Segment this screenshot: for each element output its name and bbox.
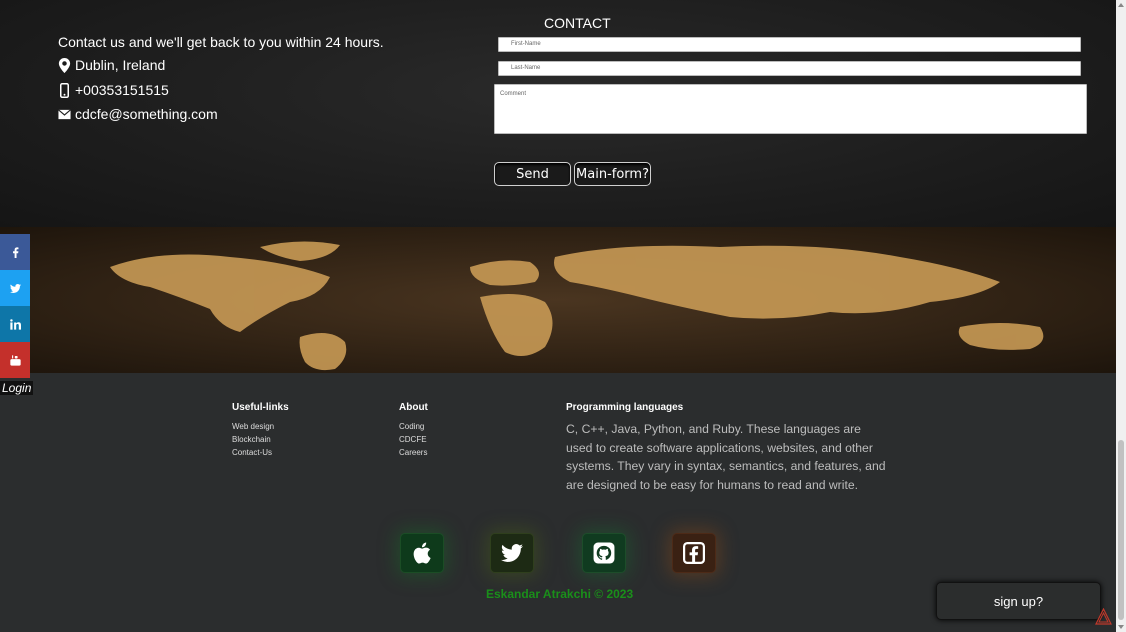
- world-map-banner: [0, 227, 1116, 373]
- footer-link-coding[interactable]: Coding: [399, 422, 424, 431]
- facebook-icon: [683, 542, 705, 564]
- github-icon: [593, 542, 615, 564]
- footer-link-blockchain[interactable]: Blockchain: [232, 435, 271, 444]
- scroll-up-arrow-icon[interactable]: [1116, 0, 1126, 10]
- apple-link-button[interactable]: [400, 533, 444, 573]
- footer-link-cdcfe[interactable]: CDCFE: [399, 435, 427, 444]
- youtube-share-button[interactable]: [0, 342, 30, 378]
- footer-link-careers[interactable]: Careers: [399, 448, 427, 457]
- comment-textarea[interactable]: Comment: [494, 84, 1087, 134]
- sign-up-button[interactable]: sign up?: [936, 582, 1101, 620]
- youtube-icon: [9, 354, 21, 366]
- location-pin-icon: [58, 57, 71, 73]
- phone-text: +00353151515: [75, 82, 169, 98]
- linkedin-icon: [9, 318, 21, 330]
- contact-title: CONTACT: [544, 15, 611, 31]
- twitter-link-button[interactable]: [490, 533, 534, 573]
- page-scrollbar[interactable]: [1116, 0, 1126, 632]
- phone-row: +00353151515: [58, 82, 169, 98]
- main-form-button[interactable]: Main-form?: [574, 162, 651, 186]
- email-row: cdcfe@something.com: [58, 106, 218, 122]
- twitter-icon: [9, 283, 21, 293]
- login-link[interactable]: Login: [0, 381, 34, 395]
- twitter-icon: [501, 544, 523, 562]
- scroll-thumb[interactable]: [1118, 440, 1124, 620]
- useful-links-title: Useful-links: [232, 402, 289, 413]
- email-text: cdcfe@something.com: [75, 106, 218, 122]
- envelope-icon: [58, 108, 71, 119]
- world-map-image: [0, 227, 1116, 373]
- contact-intro: Contact us and we'll get back to you wit…: [58, 34, 384, 50]
- programming-languages-title: Programming languages: [566, 402, 684, 413]
- linkedin-share-button[interactable]: [0, 306, 30, 342]
- first-name-input[interactable]: First-Name: [498, 37, 1081, 52]
- mobile-phone-icon: [60, 82, 69, 98]
- about-title: About: [399, 402, 428, 413]
- facebook-link-button[interactable]: [672, 533, 716, 573]
- facebook-icon: [12, 246, 18, 258]
- footer-link-web-design[interactable]: Web design: [232, 422, 274, 431]
- triangle-logo-icon: [1095, 608, 1112, 625]
- twitter-share-button[interactable]: [0, 270, 30, 306]
- apple-icon: [413, 542, 431, 564]
- send-button[interactable]: Send: [494, 162, 571, 186]
- github-link-button[interactable]: [582, 533, 626, 573]
- location-row: Dublin, Ireland: [58, 57, 165, 73]
- last-name-input[interactable]: Last-Name: [498, 61, 1081, 76]
- location-text: Dublin, Ireland: [75, 57, 166, 73]
- programming-languages-text: C, C++, Java, Python, and Ruby. These la…: [566, 422, 886, 492]
- contact-section: Contact us and we'll get back to you wit…: [0, 0, 1116, 227]
- footer-link-contact-us[interactable]: Contact-Us: [232, 448, 272, 457]
- copyright-text: Eskandar Atrakchi © 2023: [486, 587, 634, 601]
- scroll-down-arrow-icon[interactable]: [1116, 622, 1126, 632]
- facebook-share-button[interactable]: [0, 234, 30, 270]
